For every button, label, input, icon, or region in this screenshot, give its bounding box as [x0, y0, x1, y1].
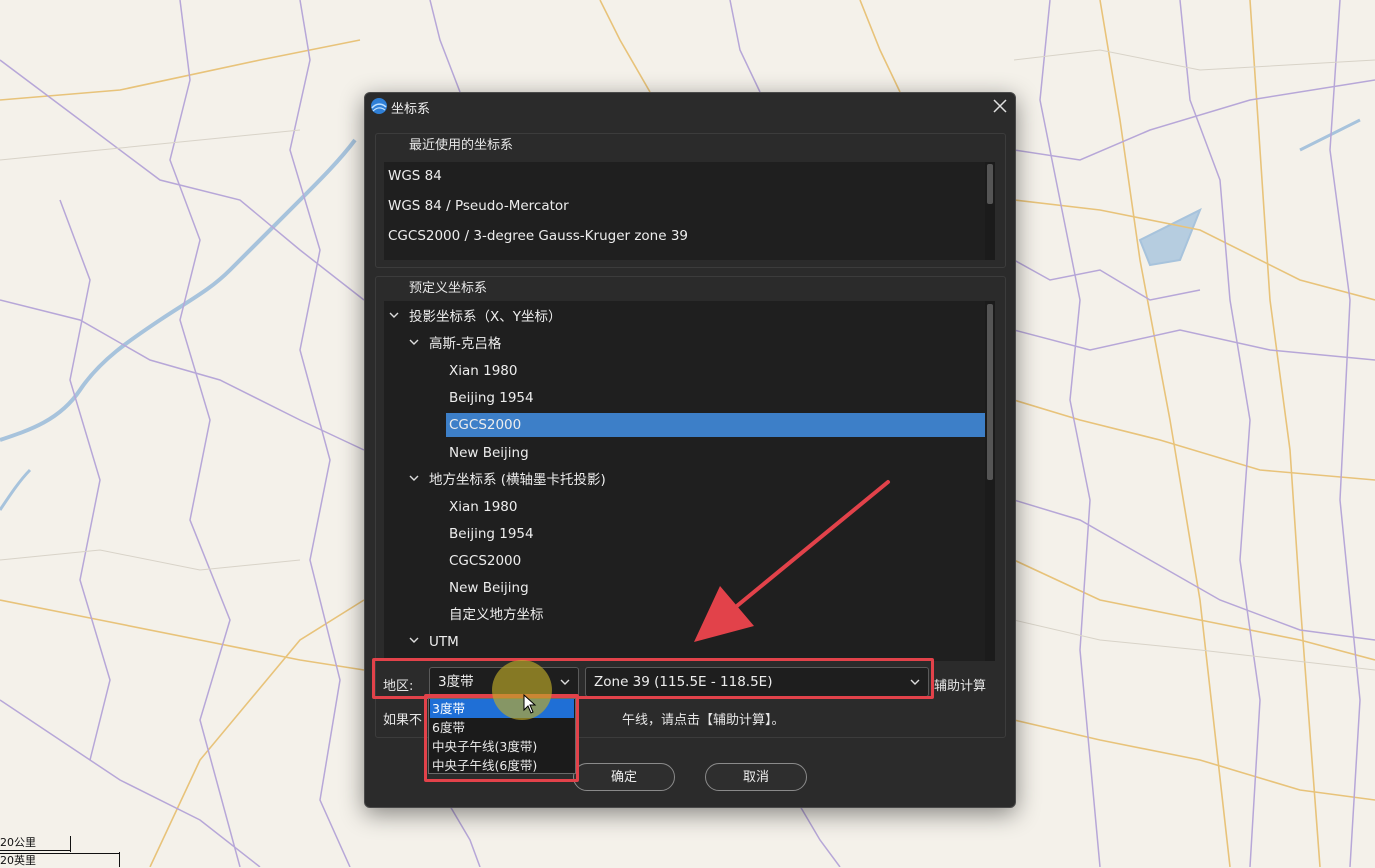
scrollbar-thumb[interactable]	[987, 304, 993, 480]
app-logo-icon	[371, 98, 387, 114]
band-combo[interactable]: 3度带	[429, 667, 579, 697]
band-dropdown-list: 3度带 6度带 中央子午线(3度带) 中央子午线(6度带)	[428, 698, 576, 774]
tree-leaf[interactable]: Xian 1980	[449, 359, 517, 383]
hint-suffix: 午线，请点击【辅助计算】。	[622, 713, 785, 728]
close-button[interactable]	[989, 96, 1011, 116]
tree-leaf-selected[interactable]: CGCS2000	[446, 413, 986, 437]
chevron-down-icon[interactable]	[409, 473, 419, 483]
dialog-title: 坐标系	[391, 102, 431, 117]
scale-tick	[70, 836, 71, 852]
recent-item[interactable]: CGCS2000 / 3-degree Gauss-Kruger zone 39	[388, 225, 688, 247]
coordinate-tree: 投影坐标系（X、Y坐标） 高斯-克吕格 Xian 1980 Beijing 19…	[384, 301, 995, 661]
assist-calc-button[interactable]: 辅助计算	[934, 675, 986, 694]
region-label: 地区:	[383, 679, 414, 694]
zone-combo-value: Zone 39 (115.5E - 118.5E)	[594, 674, 773, 690]
tree-leaf[interactable]: New Beijing	[449, 576, 529, 600]
tree-node-local[interactable]: 地方坐标系 (横轴墨卡托投影)	[429, 468, 606, 492]
chevron-down-icon	[560, 679, 570, 685]
recent-scrollbar[interactable]	[985, 162, 995, 260]
band-combo-value: 3度带	[438, 674, 474, 690]
tree-scrollbar[interactable]	[985, 301, 995, 661]
dropdown-option[interactable]: 中央子午线(6度带)	[430, 756, 574, 775]
tree-leaf-label: CGCS2000	[449, 417, 522, 433]
tree-node-utm[interactable]: UTM	[429, 630, 459, 654]
chevron-down-icon[interactable]	[409, 337, 419, 347]
tree-node-gauss[interactable]: 高斯-克吕格	[429, 332, 501, 356]
cancel-button[interactable]: 取消	[705, 763, 807, 791]
tree-leaf[interactable]: Xian 1980	[449, 495, 517, 519]
chevron-down-icon[interactable]	[409, 635, 419, 645]
chevron-down-icon	[910, 679, 920, 685]
tree-leaf[interactable]: Beijing 1954	[449, 522, 534, 546]
tree-leaf[interactable]: CGCS2000	[449, 549, 521, 573]
scrollbar-thumb[interactable]	[987, 164, 993, 204]
recent-list: WGS 84 WGS 84 / Pseudo-Mercator CGCS2000…	[384, 162, 995, 260]
dropdown-option[interactable]: 3度带	[430, 699, 574, 718]
scale-tick	[119, 852, 120, 867]
close-icon	[993, 99, 1007, 113]
tree-leaf[interactable]: Beijing 1954	[449, 386, 534, 410]
tree-leaf[interactable]: 自定义地方坐标	[449, 603, 544, 627]
tree-leaf[interactable]: New Beijing	[449, 441, 529, 465]
recent-item[interactable]: WGS 84 / Pseudo-Mercator	[388, 195, 569, 217]
recent-item[interactable]: WGS 84	[388, 165, 442, 187]
ok-button[interactable]: 确定	[573, 763, 675, 791]
tree-node-projected[interactable]: 投影坐标系（X、Y坐标）	[409, 305, 562, 329]
recent-group-label: 最近使用的坐标系	[405, 134, 518, 153]
dialog-titlebar[interactable]: 坐标系	[365, 93, 1015, 120]
zone-combo[interactable]: Zone 39 (115.5E - 118.5E)	[585, 667, 929, 697]
predefined-group-label: 预定义坐标系	[405, 277, 492, 296]
scale-mi-label: 20英里	[0, 853, 120, 868]
dropdown-option[interactable]: 中央子午线(3度带)	[430, 737, 574, 756]
dropdown-option[interactable]: 6度带	[430, 718, 574, 737]
hint-prefix: 如果不	[383, 713, 423, 728]
chevron-down-icon[interactable]	[389, 310, 399, 320]
scale-km-label: 20公里	[0, 836, 70, 851]
